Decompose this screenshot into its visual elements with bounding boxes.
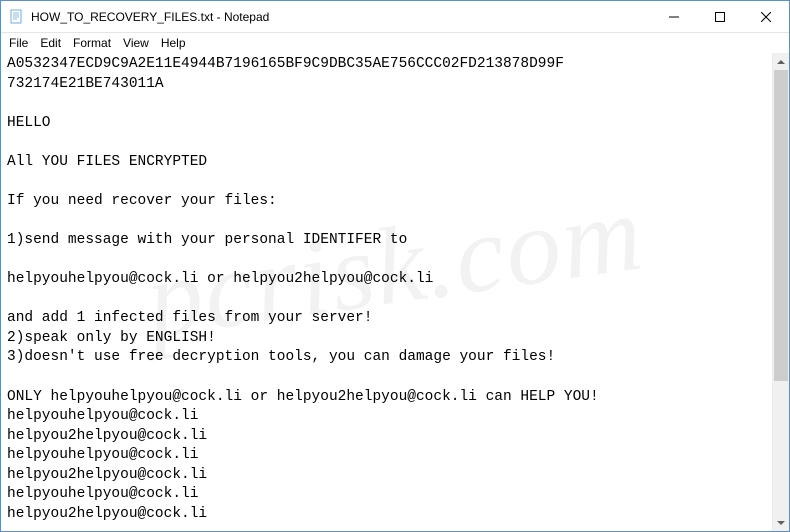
minimize-button[interactable] [651, 1, 697, 32]
text-area-wrap: A0532347ECD9C9A2E11E4944B7196165BF9C9DBC… [1, 53, 789, 531]
close-button[interactable] [743, 1, 789, 32]
scroll-track[interactable] [773, 70, 789, 514]
menu-view[interactable]: View [117, 34, 155, 52]
menu-file[interactable]: File [3, 34, 34, 52]
scroll-thumb[interactable] [774, 70, 788, 381]
menu-format[interactable]: Format [67, 34, 117, 52]
titlebar: HOW_TO_RECOVERY_FILES.txt - Notepad [1, 1, 789, 33]
notepad-icon [9, 9, 25, 25]
menu-help[interactable]: Help [155, 34, 192, 52]
maximize-button[interactable] [697, 1, 743, 32]
scroll-down-button[interactable] [773, 514, 789, 531]
vertical-scrollbar[interactable] [772, 53, 789, 531]
menu-edit[interactable]: Edit [34, 34, 67, 52]
notepad-window: HOW_TO_RECOVERY_FILES.txt - Notepad File… [0, 0, 790, 532]
window-controls [651, 1, 789, 32]
menubar: File Edit Format View Help [1, 33, 789, 53]
scroll-up-button[interactable] [773, 53, 789, 70]
text-area[interactable]: A0532347ECD9C9A2E11E4944B7196165BF9C9DBC… [1, 53, 772, 531]
window-title: HOW_TO_RECOVERY_FILES.txt - Notepad [31, 10, 651, 24]
